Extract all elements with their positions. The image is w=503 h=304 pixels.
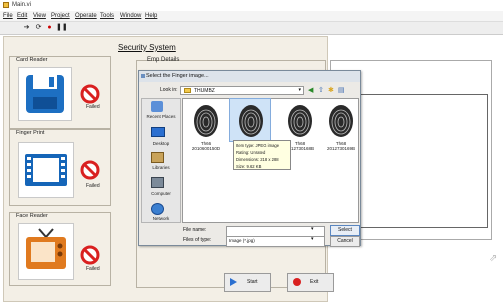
menu-project[interactable]: Project [51,13,70,19]
folder-icon [184,88,191,93]
fingerprint-thumbnail [239,105,263,137]
app-icon [3,2,9,8]
menu-help[interactable]: Help [145,13,157,19]
exit-button[interactable]: Exit [287,273,334,292]
exit-label: Exit [310,279,319,285]
fingerprint-thumbnail [194,105,218,137]
file-item[interactable]: Th66 2010600150D [186,100,226,151]
play-icon [230,278,237,286]
card-reader-tile[interactable] [18,67,72,121]
floppy-disk-icon [26,75,64,113]
run-arrow-icon[interactable]: ➔ [22,24,31,32]
finger-print-label: Finger Print [16,130,45,136]
card-reader-status: Failed [86,104,100,110]
dialog-title-bar: Select the Finger image... [139,71,360,82]
fingerprint-thumbnail [288,105,312,137]
computer-icon[interactable] [151,177,164,188]
face-reader-status: Failed [86,266,100,272]
view-menu-icon[interactable]: ▤ [338,86,345,94]
chevron-down-icon: ▾ [311,226,314,232]
title-bar: Main.vi [0,0,503,11]
up-folder-icon[interactable]: ⇧ [318,86,324,94]
stop-sign-icon [80,245,100,265]
look-in-select[interactable]: THUMBZ ▾ [180,86,304,95]
chevron-down-icon: ▾ [311,236,314,242]
stop-sign-icon [80,84,100,104]
face-reader-label: Face Reader [16,213,48,219]
corner-arrow-icon: ⇗ [489,253,498,264]
file-tooltip: Item type: JPEG image Rating: Unrated Di… [233,140,291,170]
pause-icon[interactable]: ❚❚ [56,24,68,32]
desktop-icon[interactable] [151,127,165,137]
select-button[interactable]: Select [330,225,360,236]
menu-tools[interactable]: Tools [100,13,114,19]
look-in-value: THUMBZ [194,88,215,94]
toolbar: ➔ ⟳ ● ❚❚ [0,22,503,35]
television-icon [26,228,66,269]
network-icon[interactable] [151,203,164,215]
finger-print-status: Failed [86,183,100,189]
menu-bar: File Edit View Project Operate Tools Win… [0,11,503,22]
stop-icon [293,278,301,286]
tooltip-line: Dimensions: 218 x 288 [236,157,279,162]
fingerprint-thumbnail [329,105,353,137]
tooltip-line: Item type: JPEG image [236,143,280,148]
new-folder-icon[interactable]: ✱ [328,86,334,94]
place-network[interactable]: Network [143,216,179,221]
window-title: Main.vi [12,2,32,8]
stop-sign-icon [80,160,100,180]
card-reader-label: Card Reader [16,57,48,63]
back-icon[interactable]: ◀ [308,86,313,94]
file-item[interactable]: Th68 2012730169B [323,100,363,151]
menu-operate[interactable]: Operate [75,13,97,19]
menu-file[interactable]: File [3,13,13,19]
page-title: Security System [118,43,176,52]
chevron-down-icon: ▾ [298,87,301,93]
tooltip-line: Rating: Unrated [236,150,266,155]
libraries-icon[interactable] [151,152,164,163]
place-computer[interactable]: Computer [143,191,179,196]
place-recent[interactable]: Recent Places [143,114,179,119]
menu-view[interactable]: View [33,13,46,19]
start-label: Start [247,279,258,285]
look-in-label: Look in: [160,87,178,93]
tooltip-line: Size: 9.62 KB [236,164,262,169]
finger-print-tile[interactable] [18,142,74,198]
place-libraries[interactable]: Libraries [143,165,179,170]
emp-details-label: Emp Details [147,57,180,63]
file-name: Th66 2010600150D [191,141,221,151]
abort-icon[interactable]: ● [45,24,54,32]
film-strip-icon [25,154,67,186]
face-reader-tile[interactable] [18,223,74,280]
dialog-icon [141,74,145,78]
recent-places-icon[interactable] [151,101,163,112]
file-item-selected[interactable] [229,98,271,142]
menu-edit[interactable]: Edit [17,13,27,19]
run-continuous-icon[interactable]: ⟳ [34,24,43,32]
files-of-type-label: Files of type: [183,237,212,243]
place-desktop[interactable]: Desktop [143,141,179,146]
file-name-label: File name: [183,227,207,233]
menu-window[interactable]: Window [120,13,141,19]
cancel-button[interactable]: Cancel [330,236,360,247]
start-button[interactable]: Start [224,273,271,292]
dialog-title: Select the Finger image... [146,73,209,79]
file-name: Th68 2012730169B [326,141,356,151]
